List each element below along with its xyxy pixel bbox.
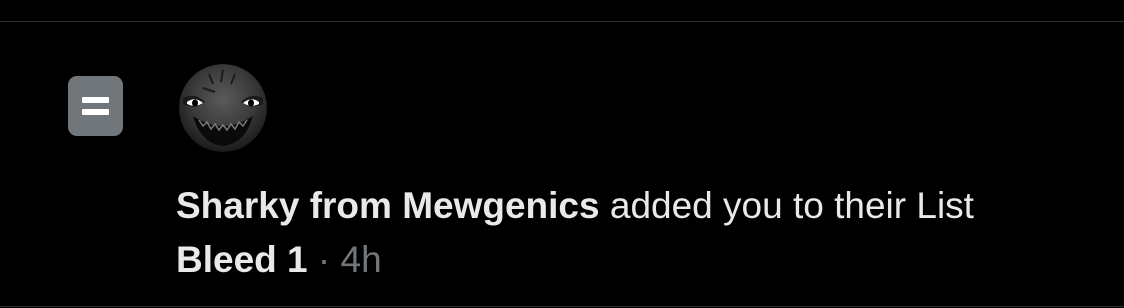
separator-dot: · — [307, 239, 341, 280]
list-name-link[interactable]: Bleed 1 — [176, 239, 308, 280]
bottom-divider — [0, 306, 1124, 307]
user-name-link[interactable]: Sharky from Mewgenics — [176, 185, 600, 226]
list-added-notification[interactable]: Sharky from Mewgenics added you to their… — [0, 22, 1124, 306]
action-text: added you to their List — [599, 185, 974, 226]
avatar[interactable] — [179, 64, 267, 152]
list-icon — [68, 76, 123, 136]
notification-text: Sharky from Mewgenics added you to their… — [176, 184, 974, 228]
notification-meta: Bleed 1 · 4h — [176, 238, 382, 282]
timestamp: 4h — [340, 239, 382, 280]
